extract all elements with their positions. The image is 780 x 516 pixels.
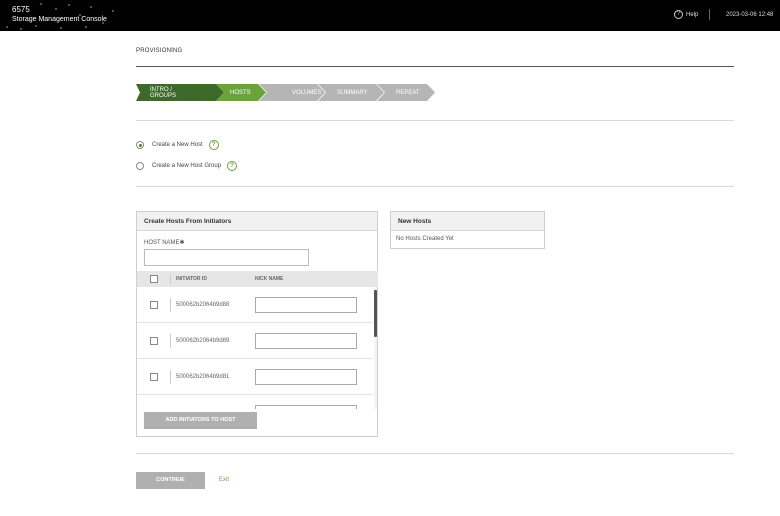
table-row: 500062b2064b9d88 — [137, 287, 373, 323]
nickname-column-header: NICK NAME — [255, 276, 284, 282]
nickname-input[interactable] — [255, 333, 357, 349]
option-create-host[interactable]: Create a New Host ? — [136, 140, 219, 150]
table-row: 500062b2064b9d81 — [137, 359, 373, 395]
column-divider — [170, 298, 171, 312]
nickname-input[interactable] — [255, 405, 357, 409]
help-label: Help — [686, 11, 699, 18]
row-checkbox[interactable] — [150, 373, 158, 381]
nickname-input[interactable] — [255, 369, 357, 385]
create-host-radio[interactable] — [136, 141, 144, 149]
exit-link[interactable]: Exit — [219, 477, 229, 483]
step-intro-groups[interactable]: INTRO / GROUPS — [136, 84, 176, 101]
section-divider — [136, 120, 734, 121]
step-repeat[interactable]: REPEAT — [377, 84, 420, 101]
column-divider — [170, 370, 171, 384]
nickname-input[interactable] — [255, 297, 357, 313]
initiator-id: 500062b2064b9d89 — [176, 338, 230, 344]
create-host-group-radio[interactable] — [136, 162, 144, 170]
page-title: PROVISIONING — [136, 48, 183, 54]
help-icon: ? — [674, 10, 683, 19]
new-hosts-empty-text: No Hosts Created Yet — [396, 236, 454, 242]
new-hosts-panel: New Hosts No Hosts Created Yet — [390, 211, 545, 249]
step-hosts[interactable]: HOSTS — [216, 84, 251, 101]
create-hosts-panel-title: Create Hosts From Initiators — [137, 212, 377, 231]
host-name-input[interactable] — [144, 249, 309, 266]
create-hosts-panel: Create Hosts From Initiators HOST NAME✱ … — [136, 211, 378, 437]
step-summary[interactable]: SUMMARY — [318, 84, 368, 101]
row-checkbox[interactable] — [150, 337, 158, 345]
initiator-id: 500062b2064b9d88 — [176, 302, 230, 308]
top-bar: 6575 Storage Management Console ? Help 2… — [0, 0, 780, 31]
section-divider — [136, 186, 734, 187]
table-row-partial — [137, 395, 373, 409]
help-question-icon[interactable]: ? — [227, 161, 238, 171]
footer-divider — [136, 453, 734, 454]
current-datetime: 2023-03-06 12:48 — [726, 12, 774, 18]
initiator-id: 500062b2064b9d81 — [176, 374, 230, 380]
select-all-checkbox[interactable] — [150, 275, 158, 283]
create-host-group-label: Create a New Host Group — [152, 163, 222, 169]
add-initiators-button[interactable]: ADD INITIATORS TO HOST — [144, 412, 257, 429]
create-host-label: Create a New Host — [152, 142, 203, 148]
table-scrollbar-thumb[interactable] — [374, 290, 377, 337]
help-question-icon[interactable]: ? — [208, 140, 219, 150]
host-name-label: HOST NAME✱ — [144, 240, 185, 246]
step-volumes[interactable]: VOLUMES — [259, 84, 321, 101]
row-checkbox[interactable] — [150, 301, 158, 309]
title-divider — [136, 66, 734, 67]
column-divider — [170, 334, 171, 348]
initiator-table-body: 500062b2064b9d88 500062b2064b9d89 500062… — [137, 287, 378, 409]
column-divider — [170, 274, 171, 284]
new-hosts-panel-title: New Hosts — [391, 212, 544, 231]
topbar-divider — [709, 9, 710, 20]
initiator-table-header: INITIATOR ID NICK NAME — [137, 271, 378, 287]
option-create-host-group[interactable]: Create a New Host Group ? — [136, 161, 238, 171]
product-model: 6575 — [12, 5, 30, 14]
app-name: Storage Management Console — [12, 16, 107, 23]
help-link[interactable]: ? Help — [674, 10, 698, 19]
initiator-id-column-header: INITIATOR ID — [176, 276, 207, 282]
continue-button[interactable]: CONTINUE — [136, 472, 205, 489]
table-row: 500062b2064b9d89 — [137, 323, 373, 359]
